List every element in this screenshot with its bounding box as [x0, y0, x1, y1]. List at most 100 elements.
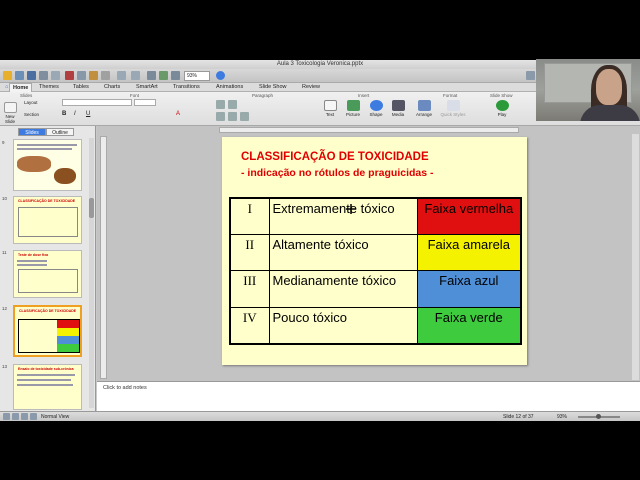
- thumbnail-number: 9: [2, 140, 5, 145]
- notes-placeholder[interactable]: Click to add notes: [103, 385, 147, 391]
- normal-view-icon[interactable]: [3, 413, 10, 420]
- band-cell[interactable]: Faixa amarela: [416, 234, 522, 272]
- undo-icon[interactable]: [117, 71, 126, 80]
- tab-review[interactable]: Review: [299, 83, 323, 92]
- description-cell[interactable]: Pouco tóxico: [268, 306, 418, 345]
- slide-subtitle[interactable]: - indicação no rótulos de praguicidas -: [241, 167, 434, 179]
- insert-shape-button[interactable]: Shape: [366, 100, 386, 117]
- tab-outline[interactable]: Outline: [46, 128, 74, 136]
- align-center-icon[interactable]: [228, 112, 237, 121]
- tab-transitions[interactable]: Transitions: [170, 83, 203, 92]
- tab-home[interactable]: Home: [9, 83, 33, 92]
- layout-button[interactable]: Layout: [24, 100, 38, 105]
- thumbnail-table: [18, 269, 78, 293]
- description-cell[interactable]: Medianamente tóxico: [268, 270, 418, 308]
- thumbnail-text-line: [17, 374, 75, 376]
- new-file-icon[interactable]: [3, 71, 12, 80]
- insert-text-button[interactable]: Text: [320, 100, 340, 117]
- thumbnail-number: 13: [2, 364, 8, 369]
- thumbnail-title: CLASSIFICAÇÃO DE TOXICIDADE: [19, 309, 77, 313]
- tab-tables[interactable]: Tables: [70, 83, 92, 92]
- table-icon[interactable]: [147, 71, 156, 80]
- cut-icon[interactable]: [65, 71, 74, 80]
- class-cell[interactable]: I: [229, 197, 270, 236]
- editor-scrollbar[interactable]: [632, 134, 639, 380]
- class-cell[interactable]: III: [229, 270, 270, 308]
- zoom-input[interactable]: 93%: [184, 71, 210, 81]
- notes-pane[interactable]: Click to add notes: [97, 381, 640, 411]
- layout-label: Layout: [24, 100, 38, 105]
- import-icon[interactable]: [51, 71, 60, 80]
- class-cell[interactable]: II: [229, 234, 270, 272]
- slide-thumbnail-9[interactable]: [13, 139, 82, 191]
- slide-thumbnail-11[interactable]: Teste de dose fixa: [13, 250, 82, 298]
- presenter-body: [580, 105, 640, 121]
- arrange-label: Arrange: [415, 112, 432, 117]
- section-button[interactable]: Section: [24, 112, 39, 117]
- description-cell[interactable]: Altamente tóxico: [268, 234, 418, 272]
- play-button[interactable]: Play: [492, 100, 512, 117]
- tab-slide-show[interactable]: Slide Show: [256, 83, 290, 92]
- thumbnail-number: 10: [2, 196, 8, 201]
- tab-themes[interactable]: Themes: [36, 83, 62, 92]
- slide-thumbnail-13[interactable]: Ensaio de toxicidade sub-crônica: [13, 364, 82, 410]
- slide-sorter-icon[interactable]: [12, 413, 19, 420]
- band-cell[interactable]: Faixa vermelha: [416, 197, 522, 236]
- description-cell[interactable]: Extremamente tóxico: [268, 197, 418, 236]
- italic-button[interactable]: I: [74, 111, 76, 117]
- table-row: IV Pouco tóxico Faixa verde: [229, 306, 522, 345]
- tab-charts[interactable]: Charts: [101, 83, 123, 92]
- group-label-font: Font: [130, 93, 140, 98]
- paste-icon[interactable]: [89, 71, 98, 80]
- align-right-icon[interactable]: [240, 112, 249, 121]
- underline-button[interactable]: U: [86, 111, 90, 117]
- print-icon[interactable]: [39, 71, 48, 80]
- slides-pane-scrollbar[interactable]: [89, 138, 94, 408]
- numbering-icon[interactable]: [228, 100, 237, 109]
- new-slide-button[interactable]: New Slide: [0, 102, 20, 124]
- band-cell[interactable]: Faixa verde: [416, 306, 522, 345]
- help-icon[interactable]: [216, 71, 225, 80]
- font-size-select[interactable]: [134, 99, 156, 106]
- slide-thumbnail-10[interactable]: CLASSIFICAÇÃO DE TOXICIDADE: [13, 196, 82, 244]
- format-painter-icon[interactable]: [101, 71, 110, 80]
- tab-animations[interactable]: Animations: [213, 83, 246, 92]
- thumbnail-image: [17, 156, 51, 172]
- tab-smartart[interactable]: SmartArt: [133, 83, 161, 92]
- current-slide[interactable]: CLASSIFICAÇÃO DE TOXICIDADE - indicação …: [222, 137, 527, 365]
- search-icon[interactable]: [526, 71, 535, 80]
- align-left-icon[interactable]: [216, 112, 225, 121]
- chart-icon[interactable]: [159, 71, 168, 80]
- thumbnail-band-yellow: [57, 328, 79, 336]
- toxicity-table[interactable]: I Extremamente tóxico Faixa vermelha II …: [229, 197, 522, 345]
- slide-title[interactable]: CLASSIFICAÇÃO DE TOXICIDADE: [241, 151, 429, 163]
- insert-picture-button[interactable]: Picture: [342, 100, 364, 117]
- insert-picture-label: Picture: [345, 112, 360, 117]
- quick-styles-button[interactable]: Quick Styles: [438, 100, 468, 117]
- zoom-slider-knob[interactable]: [596, 414, 601, 419]
- tab-slides[interactable]: Slides: [18, 128, 46, 136]
- band-cell[interactable]: Faixa azul: [416, 270, 522, 308]
- bullets-icon[interactable]: [216, 100, 225, 109]
- font-name-select[interactable]: [62, 99, 132, 106]
- redo-icon[interactable]: [131, 71, 140, 80]
- thumbnail-band-red: [57, 320, 79, 328]
- save-icon[interactable]: [27, 71, 36, 80]
- insert-media-button[interactable]: Media: [388, 100, 408, 117]
- bold-button[interactable]: B: [62, 111, 66, 117]
- thumbnail-title: CLASSIFICAÇÃO DE TOXICIDADE: [18, 199, 76, 203]
- thumbnail-text-line: [17, 148, 72, 150]
- slide-show-view-icon[interactable]: [30, 413, 37, 420]
- zoom-slider[interactable]: [578, 414, 620, 419]
- class-cell[interactable]: IV: [229, 306, 270, 345]
- presenter-face: [596, 69, 622, 105]
- font-color-button[interactable]: A: [176, 111, 180, 117]
- arrange-button[interactable]: Arrange: [414, 100, 434, 117]
- open-file-icon[interactable]: [15, 71, 24, 80]
- media-browser-icon[interactable]: [171, 71, 180, 80]
- reading-view-icon[interactable]: [21, 413, 28, 420]
- slides-pane: Slides Outline 9 10 CLASSIFICAÇÃO DE TOX…: [0, 126, 96, 411]
- scrollbar-thumb[interactable]: [89, 198, 94, 218]
- slide-thumbnail-12-selected[interactable]: CLASSIFICAÇÃO DE TOXICIDADE: [13, 305, 82, 357]
- copy-icon[interactable]: [77, 71, 86, 80]
